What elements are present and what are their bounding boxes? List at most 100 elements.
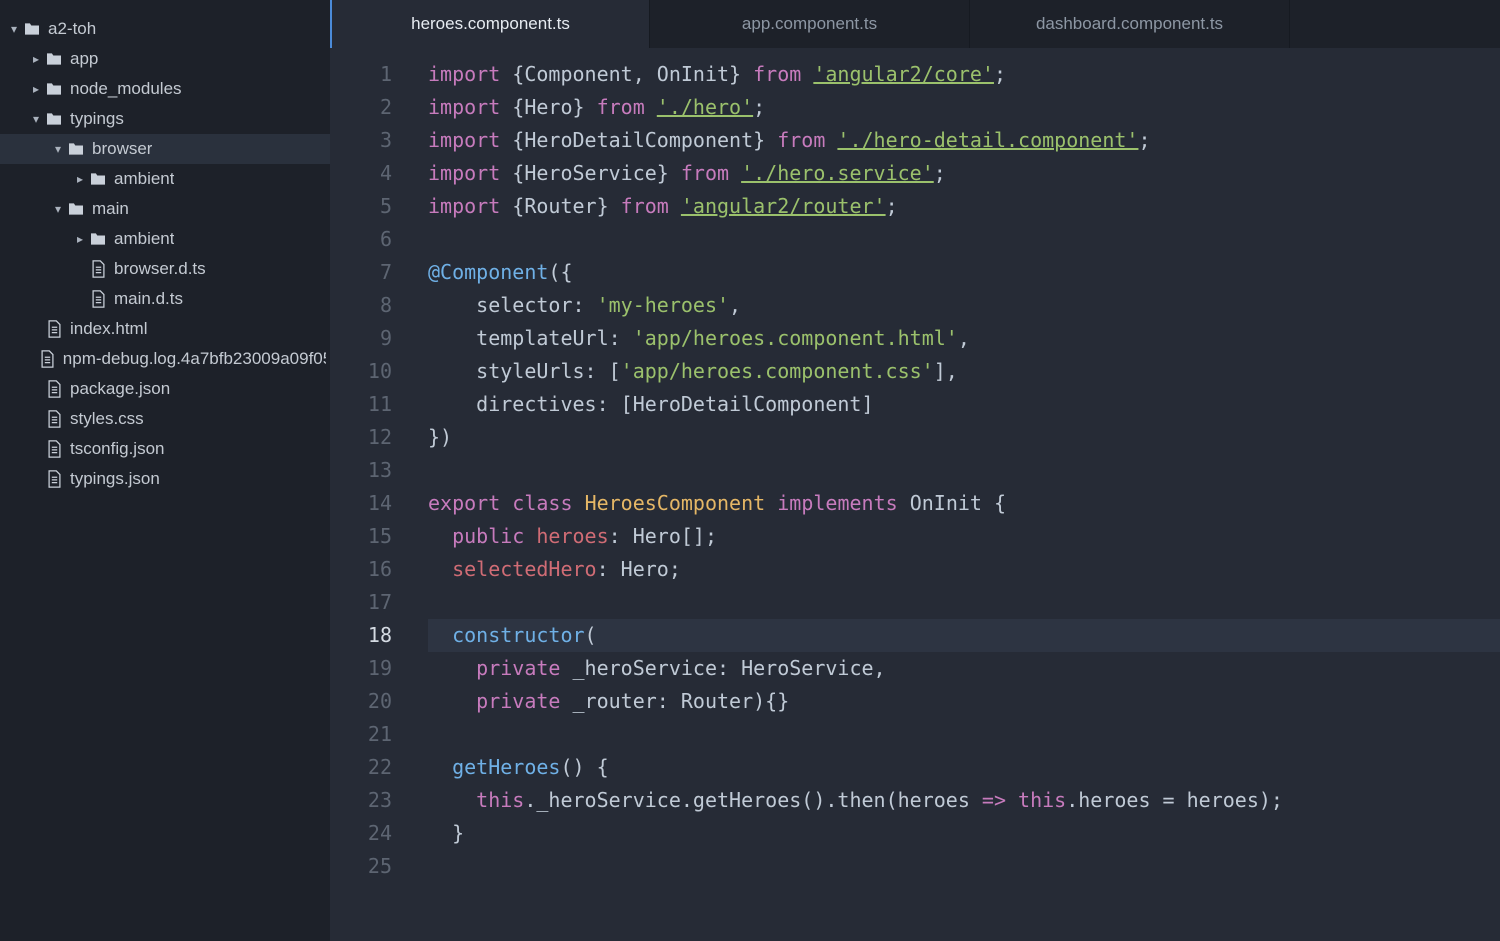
tree-item-label: styles.css	[70, 409, 144, 429]
code-line[interactable]: import {Router} from 'angular2/router';	[428, 190, 1500, 223]
code-content[interactable]: import {Component, OnInit} from 'angular…	[410, 48, 1500, 941]
file-icon	[39, 350, 57, 368]
folder-icon	[22, 22, 42, 36]
line-number: 17	[330, 586, 410, 619]
code-line[interactable]: private _router: Router){}	[428, 685, 1500, 718]
code-line[interactable]: @Component({	[428, 256, 1500, 289]
line-number: 12	[330, 421, 410, 454]
disclosure-icon[interactable]: ▾	[52, 202, 64, 216]
tree-folder[interactable]: ▸ambient	[0, 224, 330, 254]
tree-item-label: index.html	[70, 319, 147, 339]
code-line[interactable]: import {Hero} from './hero';	[428, 91, 1500, 124]
tree-item-label: node_modules	[70, 79, 182, 99]
tree-file[interactable]: npm-debug.log.4a7bfb23009a09f05052	[0, 344, 330, 374]
code-line[interactable]	[428, 718, 1500, 751]
code-line[interactable]: getHeroes() {	[428, 751, 1500, 784]
folder-icon	[66, 142, 86, 156]
editor-tab[interactable]: app.component.ts	[650, 0, 970, 48]
tree-file[interactable]: package.json	[0, 374, 330, 404]
line-number: 11	[330, 388, 410, 421]
folder-icon	[44, 82, 64, 96]
tree-file[interactable]: typings.json	[0, 464, 330, 494]
disclosure-icon[interactable]: ▾	[8, 22, 20, 36]
tree-item-label: typings	[70, 109, 124, 129]
code-line[interactable]: templateUrl: 'app/heroes.component.html'…	[428, 322, 1500, 355]
tree-folder[interactable]: ▾a2-toh	[0, 14, 330, 44]
tree-folder[interactable]: ▸ app	[0, 44, 330, 74]
code-line[interactable]: directives: [HeroDetailComponent]	[428, 388, 1500, 421]
code-line[interactable]: public heroes: Hero[];	[428, 520, 1500, 553]
disclosure-icon[interactable]: ▸	[74, 232, 86, 246]
code-line[interactable]	[428, 454, 1500, 487]
editor-tab[interactable]: heroes.component.ts	[330, 0, 650, 48]
file-icon	[44, 380, 64, 398]
folder-icon	[66, 202, 86, 216]
tree-file[interactable]: index.html	[0, 314, 330, 344]
line-number: 1	[330, 58, 410, 91]
tab-strip: heroes.component.tsapp.component.tsdashb…	[330, 0, 1500, 48]
line-number: 16	[330, 553, 410, 586]
code-line[interactable]	[428, 850, 1500, 883]
tree-file[interactable]: main.d.ts	[0, 284, 330, 314]
tree-file[interactable]: tsconfig.json	[0, 434, 330, 464]
line-number: 3	[330, 124, 410, 157]
tree-item-label: app	[70, 49, 98, 69]
tree-item-label: tsconfig.json	[70, 439, 165, 459]
tree-item-label: browser	[92, 139, 152, 159]
editor-pane: heroes.component.tsapp.component.tsdashb…	[330, 0, 1500, 941]
file-icon	[44, 440, 64, 458]
disclosure-icon[interactable]: ▾	[52, 142, 64, 156]
line-number: 8	[330, 289, 410, 322]
file-icon	[88, 260, 108, 278]
code-line[interactable]: import {Component, OnInit} from 'angular…	[428, 58, 1500, 91]
disclosure-icon[interactable]: ▸	[30, 52, 42, 66]
tree-folder[interactable]: ▸ node_modules	[0, 74, 330, 104]
code-line[interactable]: export class HeroesComponent implements …	[428, 487, 1500, 520]
disclosure-icon[interactable]: ▾	[30, 112, 42, 126]
code-line[interactable]: })	[428, 421, 1500, 454]
line-number: 6	[330, 223, 410, 256]
code-line[interactable]	[428, 223, 1500, 256]
disclosure-icon[interactable]: ▸	[30, 82, 42, 96]
code-line[interactable]	[428, 586, 1500, 619]
code-line[interactable]: }	[428, 817, 1500, 850]
disclosure-icon[interactable]: ▸	[74, 172, 86, 186]
line-number: 19	[330, 652, 410, 685]
tree-item-label: browser.d.ts	[114, 259, 206, 279]
code-line[interactable]: selectedHero: Hero;	[428, 553, 1500, 586]
tree-file[interactable]: browser.d.ts	[0, 254, 330, 284]
line-number: 5	[330, 190, 410, 223]
tree-folder[interactable]: ▾main	[0, 194, 330, 224]
tree-item-label: npm-debug.log.4a7bfb23009a09f05052	[63, 349, 326, 369]
line-number: 7	[330, 256, 410, 289]
file-icon	[44, 470, 64, 488]
line-number: 21	[330, 718, 410, 751]
line-number: 9	[330, 322, 410, 355]
tree-folder[interactable]: ▾ typings	[0, 104, 330, 134]
line-number: 20	[330, 685, 410, 718]
line-number: 25	[330, 850, 410, 883]
line-number: 14	[330, 487, 410, 520]
tree-folder[interactable]: ▾ browser	[0, 134, 330, 164]
tree-file[interactable]: styles.css	[0, 404, 330, 434]
code-line[interactable]: styleUrls: ['app/heroes.component.css'],	[428, 355, 1500, 388]
line-number: 4	[330, 157, 410, 190]
folder-icon	[88, 232, 108, 246]
line-number: 22	[330, 751, 410, 784]
folder-icon	[44, 52, 64, 66]
file-tree-sidebar: ▾a2-toh ▸ app ▸ node_modules ▾ typings ▾ browser…	[0, 0, 330, 941]
line-number: 2	[330, 91, 410, 124]
code-area[interactable]: 1234567891011121314151617181920212223242…	[330, 48, 1500, 941]
tree-item-label: ambient	[114, 169, 174, 189]
code-line[interactable]: import {HeroDetailComponent} from './her…	[428, 124, 1500, 157]
code-line[interactable]: constructor(	[428, 619, 1500, 652]
tree-folder[interactable]: ▸ ambient	[0, 164, 330, 194]
code-line[interactable]: selector: 'my-heroes',	[428, 289, 1500, 322]
editor-tab[interactable]: dashboard.component.ts	[970, 0, 1290, 48]
file-icon	[44, 320, 64, 338]
code-line[interactable]: private _heroService: HeroService,	[428, 652, 1500, 685]
code-line[interactable]: this._heroService.getHeroes().then(heroe…	[428, 784, 1500, 817]
code-line[interactable]: import {HeroService} from './hero.servic…	[428, 157, 1500, 190]
folder-icon	[88, 172, 108, 186]
line-number: 10	[330, 355, 410, 388]
